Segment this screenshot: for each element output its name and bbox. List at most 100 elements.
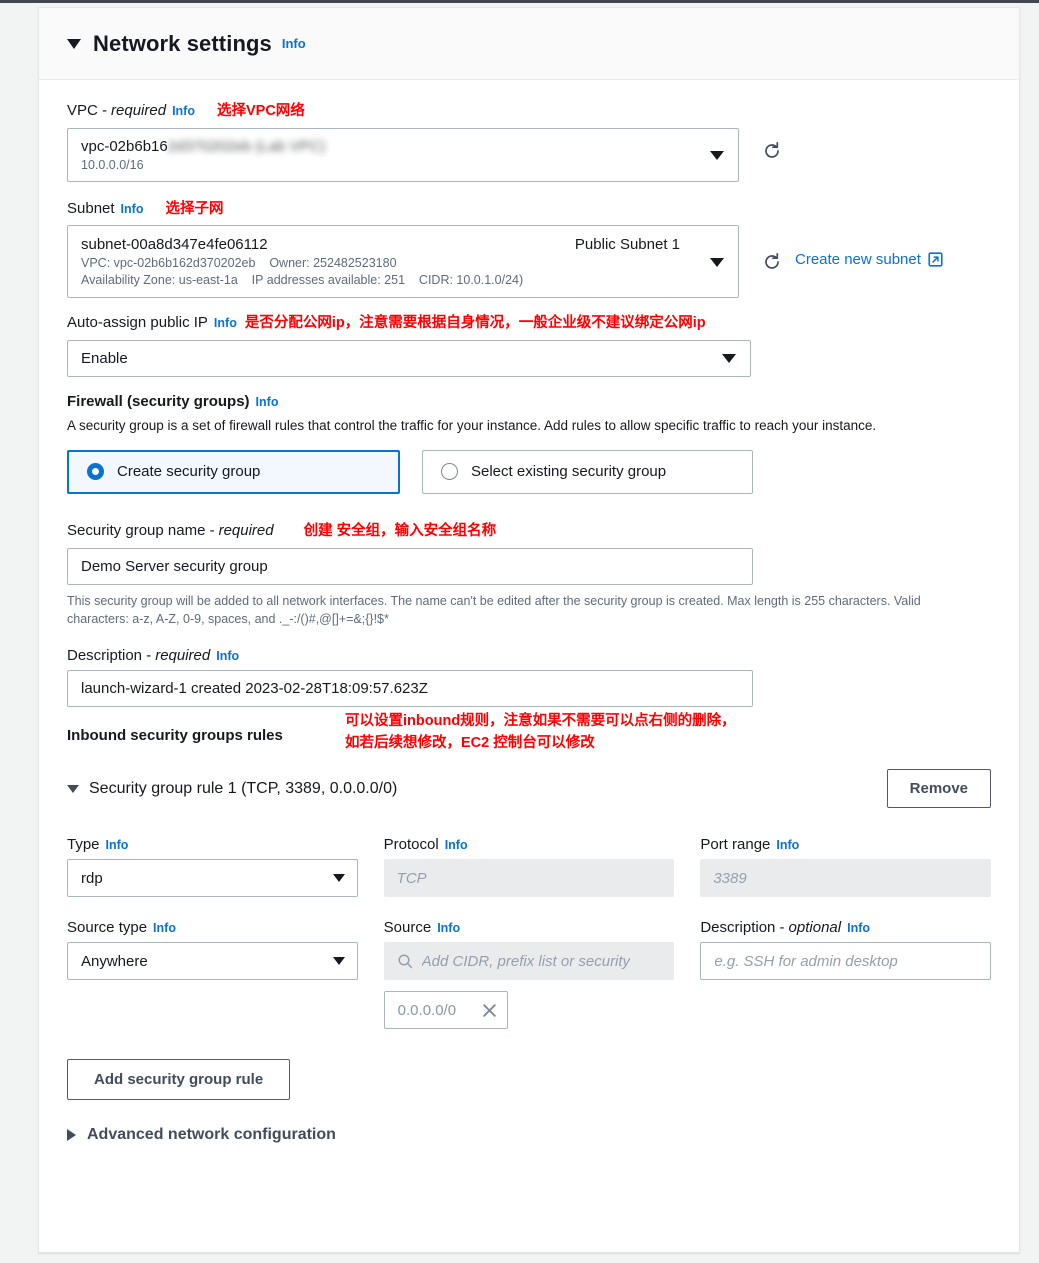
vpc-label: VPC - <box>67 102 107 119</box>
sg-description-input[interactable]: launch-wizard-1 created 2023-02-28T18:09… <box>67 670 753 707</box>
type-value: rdp <box>81 870 103 887</box>
sg-description-info-link[interactable]: Info <box>216 649 239 663</box>
auto-assign-label-row: Auto-assign public IP Info 是否分配公网ip，注意需要… <box>67 314 991 334</box>
vpc-label-row: VPC - required Info 选择VPC网络 <box>67 102 991 122</box>
chevron-down-icon[interactable] <box>710 258 724 267</box>
rule-description-input[interactable]: e.g. SSH for admin desktop <box>700 942 991 980</box>
firewall-label-row: Firewall (security groups) Info <box>67 393 991 410</box>
subnet-name: Public Subnet 1 <box>575 236 680 253</box>
refresh-icon <box>762 252 782 272</box>
source-search-input[interactable]: Add CIDR, prefix list or security <box>384 942 675 980</box>
type-info-link[interactable]: Info <box>106 838 129 852</box>
sg-name-help-text: This security group will be added to all… <box>67 592 979 630</box>
sg-name-annotation: 创建 安全组，输入安全组名称 <box>304 522 497 542</box>
advanced-network-configuration-label: Advanced network configuration <box>87 1126 336 1144</box>
vpc-info-link[interactable]: Info <box>172 104 195 118</box>
rule-description-field: Description - optional Info e.g. SSH for… <box>700 919 991 1029</box>
sg-description-required-tag: required <box>155 647 210 664</box>
auto-assign-select[interactable]: Enable <box>67 340 751 377</box>
port-range-info-link[interactable]: Info <box>776 838 799 852</box>
create-new-subnet-label: Create new subnet <box>795 251 921 268</box>
source-cidr-chip-remove[interactable] <box>481 1002 498 1019</box>
advanced-network-configuration-toggle[interactable]: Advanced network configuration <box>67 1126 991 1144</box>
source-label-row: Source Info <box>384 919 675 936</box>
protocol-readonly-value: TCP <box>384 859 675 897</box>
panel-header: Network settings Info <box>39 8 1019 80</box>
auto-assign-value: Enable <box>81 350 710 367</box>
subnet-annotation: 选择子网 <box>165 200 223 220</box>
chevron-down-icon[interactable] <box>710 151 724 160</box>
radio-unselected-icon <box>441 463 458 480</box>
auto-assign-info-link[interactable]: Info <box>214 316 237 330</box>
auto-assign-label: Auto-assign public IP <box>67 314 208 331</box>
source-type-select[interactable]: Anywhere <box>67 942 358 980</box>
port-range-readonly-value: 3389 <box>700 859 991 897</box>
source-placeholder: Add CIDR, prefix list or security <box>422 953 630 970</box>
rule-title-row[interactable]: Security group rule 1 (TCP, 3389, 0.0.0.… <box>67 780 397 798</box>
firewall-label: Firewall (security groups) <box>67 393 250 410</box>
firewall-option-group: Create security group Select existing se… <box>67 450 753 494</box>
subnet-meta-line-2: Availability Zone: us-east-1a IP address… <box>81 273 698 287</box>
rule-description-label-row: Description - optional Info <box>700 919 991 936</box>
create-new-subnet-link[interactable]: Create new subnet <box>795 251 943 268</box>
vpc-value-redacted: 2d370202eb (Lab VPC) <box>168 138 326 155</box>
page-title: Network settings <box>93 31 272 57</box>
panel-body: VPC - required Info 选择VPC网络 vpc-02b6b162… <box>39 80 1019 1144</box>
vpc-value-row: vpc-02b6b162d370202eb (Lab VPC) <box>81 138 698 155</box>
radio-selected-icon <box>87 463 104 480</box>
refresh-icon <box>762 141 782 161</box>
type-field: Type Info rdp <box>67 836 358 897</box>
source-cidr-chip-label: 0.0.0.0/0 <box>398 1002 456 1019</box>
rule-row-1: Type Info rdp Protocol Info TCP Port ran… <box>67 836 991 897</box>
vpc-select[interactable]: vpc-02b6b162d370202eb (Lab VPC) 10.0.0.0… <box>67 128 739 182</box>
firewall-info-link[interactable]: Info <box>256 395 279 409</box>
type-select[interactable]: rdp <box>67 859 358 897</box>
section-info-link[interactable]: Info <box>282 36 306 51</box>
firewall-description: A security group is a set of firewall ru… <box>67 416 947 436</box>
inbound-header-row: Inbound security groups rules 可以设置inboun… <box>67 727 991 757</box>
search-icon <box>397 953 413 969</box>
sg-description-label-row: Description - required Info <box>67 647 991 664</box>
source-type-label: Source type <box>67 919 147 936</box>
subnet-label-row: Subnet Info 选择子网 <box>67 200 991 220</box>
source-info-link[interactable]: Info <box>437 921 460 935</box>
browser-top-bar <box>0 0 1039 3</box>
chevron-down-icon[interactable] <box>333 874 345 882</box>
source-type-label-row: Source type Info <box>67 919 358 936</box>
sg-name-label: Security group name - <box>67 522 215 539</box>
source-cidr-chip[interactable]: 0.0.0.0/0 <box>384 991 508 1029</box>
subnet-row: subnet-00a8d347e4fe06112 Public Subnet 1… <box>67 225 991 298</box>
vpc-required-tag: required <box>111 102 166 119</box>
radio-create-security-group-label: Create security group <box>117 463 260 480</box>
subnet-select[interactable]: subnet-00a8d347e4fe06112 Public Subnet 1… <box>67 225 739 298</box>
source-type-info-link[interactable]: Info <box>153 921 176 935</box>
external-link-icon <box>928 252 943 267</box>
add-security-group-rule-button[interactable]: Add security group rule <box>67 1059 290 1100</box>
vpc-annotation: 选择VPC网络 <box>217 102 305 122</box>
chevron-down-icon[interactable] <box>722 354 736 363</box>
radio-create-security-group[interactable]: Create security group <box>67 450 400 494</box>
vpc-refresh-button[interactable] <box>757 136 787 166</box>
source-type-field: Source type Info Anywhere <box>67 919 358 1029</box>
protocol-field: Protocol Info TCP <box>384 836 675 897</box>
sg-name-input[interactable]: Demo Server security group <box>67 548 753 585</box>
protocol-info-link[interactable]: Info <box>445 838 468 852</box>
rule-title-label: Security group rule 1 (TCP, 3389, 0.0.0.… <box>89 780 397 798</box>
rule-description-info-link[interactable]: Info <box>847 921 870 935</box>
chevron-down-icon[interactable] <box>333 957 345 965</box>
type-label-row: Type Info <box>67 836 358 853</box>
triangle-down-icon[interactable] <box>67 39 81 49</box>
source-type-value: Anywhere <box>81 953 148 970</box>
subnet-info-link[interactable]: Info <box>121 202 144 216</box>
subnet-refresh-button[interactable] <box>757 247 787 277</box>
subnet-meta-line-1: VPC: vpc-02b6b162d370202eb Owner: 252482… <box>81 256 698 270</box>
vpc-value: vpc-02b6b16 <box>81 138 168 155</box>
triangle-right-icon[interactable] <box>67 1129 76 1141</box>
rule-row-2: Source type Info Anywhere Source Info <box>67 919 991 1029</box>
network-settings-panel: Network settings Info VPC - required Inf… <box>38 7 1020 1253</box>
radio-select-existing-security-group[interactable]: Select existing security group <box>422 450 753 494</box>
remove-rule-button[interactable]: Remove <box>887 769 991 808</box>
rule-description-label: Description - <box>700 919 784 936</box>
port-range-label: Port range <box>700 836 770 853</box>
triangle-down-icon[interactable] <box>67 785 79 793</box>
